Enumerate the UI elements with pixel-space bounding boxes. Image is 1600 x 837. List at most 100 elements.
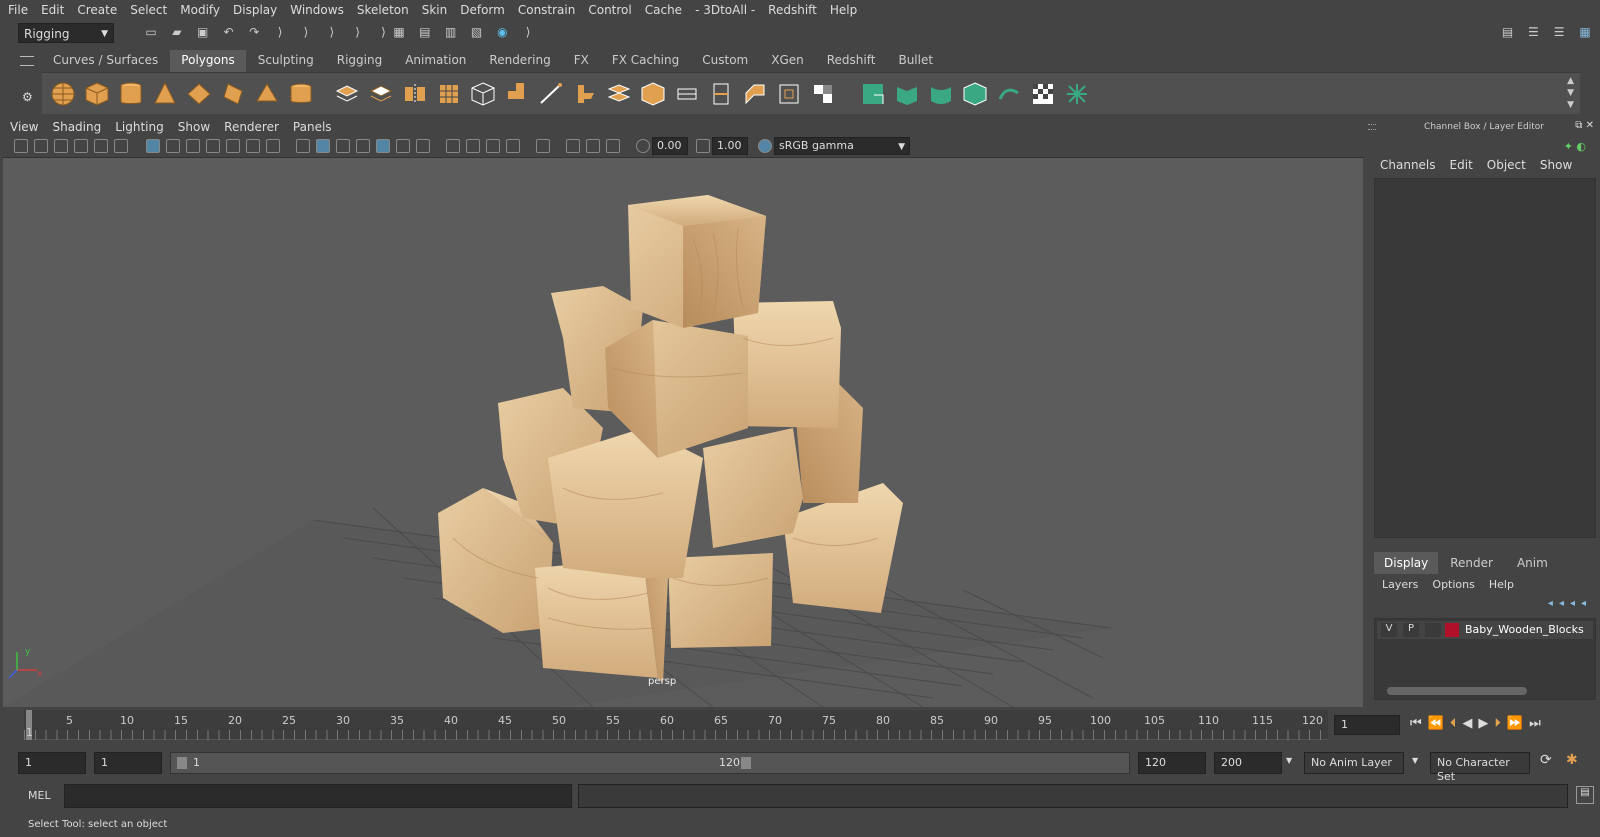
color-management-icon[interactable] [758, 139, 772, 153]
bevel-icon[interactable] [572, 81, 598, 107]
menu-create[interactable]: Create [77, 3, 117, 17]
playback-end-field[interactable]: 120 [1138, 752, 1206, 774]
ipr-icon[interactable]: ▥ [442, 23, 460, 41]
shelf-gear-icon[interactable]: ⚙ [22, 90, 33, 104]
render-settings-icon[interactable]: ▧ [467, 23, 485, 41]
tab-polygons[interactable]: Polygons [170, 50, 246, 72]
safe-action-icon[interactable] [246, 139, 260, 153]
reduce-icon[interactable] [470, 81, 496, 107]
layers-menu-help[interactable]: Help [1489, 578, 1514, 591]
panel-float-close-icons[interactable]: ⧉ ✕ [1575, 120, 1594, 131]
depth-of-field-icon[interactable] [506, 139, 520, 153]
mel-input[interactable] [64, 784, 572, 808]
tab-xgen[interactable]: XGen [760, 50, 815, 72]
cut-uv-icon[interactable] [996, 81, 1022, 107]
tab-animation[interactable]: Animation [394, 50, 478, 72]
save-scene-icon[interactable]: ▣ [194, 23, 212, 41]
manipulator-icon[interactable]: ✦ ◐ [1564, 140, 1586, 153]
fill-hole-icon[interactable] [640, 81, 666, 107]
smooth-icon[interactable] [436, 81, 462, 107]
isolate-select-icon[interactable] [536, 139, 550, 153]
render-frame-icon[interactable]: ▤ [416, 23, 434, 41]
step-forward-icon[interactable]: ⏩ [1507, 716, 1529, 731]
hypershade-icon[interactable]: ◉ [493, 23, 511, 41]
poly-cube-icon[interactable] [84, 81, 110, 107]
workspace-dropdown[interactable]: Rigging ▼ [18, 23, 114, 43]
channel-box-icon[interactable]: ▦ [1576, 23, 1594, 41]
grease-pencil-icon[interactable] [114, 139, 128, 153]
panel-menu-view[interactable]: View [10, 120, 38, 134]
layer-visibility-toggle[interactable]: V [1381, 623, 1397, 637]
target-weld-icon[interactable] [674, 81, 700, 107]
current-frame-field[interactable]: 1 [1334, 715, 1400, 735]
shelf-menu-icon[interactable] [20, 56, 34, 66]
play-backwards-icon[interactable]: ◀ [1462, 716, 1478, 731]
automatic-map-icon[interactable] [894, 81, 920, 107]
menu-deform[interactable]: Deform [460, 3, 505, 17]
xray-icon[interactable] [566, 139, 580, 153]
range-slider-bar[interactable]: 1 120 [170, 752, 1130, 774]
menu-3dtoall[interactable]: - 3DtoAll - [695, 3, 755, 17]
poly-torus-icon[interactable] [220, 81, 246, 107]
menu-skin[interactable]: Skin [422, 3, 448, 17]
cylindrical-map-icon[interactable] [928, 81, 954, 107]
time-slider-track[interactable]: 1 5 10 15 20 25 30 35 40 45 50 55 60 65 … [24, 710, 1328, 740]
select-mode-icon[interactable]: ⟩ [271, 23, 289, 41]
xray-joints-icon[interactable] [606, 139, 620, 153]
checker-icon[interactable] [1030, 81, 1056, 107]
cb-menu-edit[interactable]: Edit [1450, 158, 1473, 172]
panel-menu-panels[interactable]: Panels [293, 120, 332, 134]
gamma-field[interactable]: 1.00 [712, 137, 748, 155]
chevron-down-icon[interactable]: ▼ [1286, 756, 1292, 765]
tab-anim[interactable]: Anim [1505, 552, 1560, 574]
layer-row[interactable]: V P Baby_Wooden_Blocks [1377, 621, 1593, 639]
image-plane-icon[interactable] [74, 139, 88, 153]
planar-map-icon[interactable] [810, 81, 836, 107]
wireframe-icon[interactable] [296, 139, 310, 153]
separate-icon[interactable] [368, 81, 394, 107]
field-chart-icon[interactable] [226, 139, 240, 153]
menu-cache[interactable]: Cache [645, 3, 682, 17]
go-to-start-icon[interactable]: ⏮ [1410, 716, 1428, 731]
insert-loop-icon[interactable] [776, 81, 802, 107]
menu-redshift[interactable]: Redshift [768, 3, 817, 17]
2d-pan-icon[interactable] [94, 139, 108, 153]
perspective-viewport[interactable]: y x persp [3, 158, 1363, 707]
film-gate-icon[interactable] [166, 139, 180, 153]
menu-file[interactable]: File [8, 3, 28, 17]
go-to-end-icon[interactable]: ⏭ [1529, 716, 1547, 731]
poly-pipe-icon[interactable] [288, 81, 314, 107]
select-object-icon[interactable]: ⟩ [323, 23, 341, 41]
menu-windows[interactable]: Windows [290, 3, 344, 17]
menu-edit[interactable]: Edit [41, 3, 64, 17]
tab-rendering[interactable]: Rendering [478, 50, 562, 72]
step-back-icon[interactable]: ⏪ [1428, 716, 1450, 731]
step-forward-key-icon[interactable]: ⏵ [1494, 716, 1507, 731]
range-start-handle[interactable] [177, 757, 187, 769]
poly-cone-icon[interactable] [152, 81, 178, 107]
spherical-map-icon[interactable] [962, 81, 988, 107]
gamma-icon[interactable] [696, 139, 710, 153]
shelf-scroll-icon[interactable]: ▲ ▼ ▼ [1567, 75, 1574, 111]
motion-blur-icon[interactable] [466, 139, 480, 153]
step-back-key-icon[interactable]: ⏴ [1450, 716, 1463, 731]
time-slider[interactable]: 1 5 10 15 20 25 30 35 40 45 50 55 60 65 … [0, 710, 1600, 746]
tab-render[interactable]: Render [1438, 552, 1505, 574]
tab-custom[interactable]: Custom [691, 50, 760, 72]
xray-active-icon[interactable] [586, 139, 600, 153]
resolution-gate-icon[interactable] [186, 139, 200, 153]
mirror-icon[interactable] [402, 81, 428, 107]
layer-display-type[interactable] [1425, 623, 1441, 637]
tool-settings-icon[interactable]: ☰ [1550, 23, 1568, 41]
bookmark-icon[interactable] [54, 139, 68, 153]
tab-sculpting[interactable]: Sculpting [246, 50, 325, 72]
render-view-icon[interactable]: ▦ [390, 23, 408, 41]
camera-attributes-icon[interactable] [34, 139, 48, 153]
attribute-editor-icon[interactable]: ☰ [1524, 23, 1542, 41]
panel-menu-renderer[interactable]: Renderer [224, 120, 279, 134]
unfold-icon[interactable] [1064, 81, 1090, 107]
tab-redshift[interactable]: Redshift [815, 50, 887, 72]
tab-curves-surfaces[interactable]: Curves / Surfaces [42, 50, 170, 72]
character-set-dropdown[interactable]: No Character Set [1430, 752, 1530, 783]
menu-select[interactable]: Select [130, 3, 167, 17]
